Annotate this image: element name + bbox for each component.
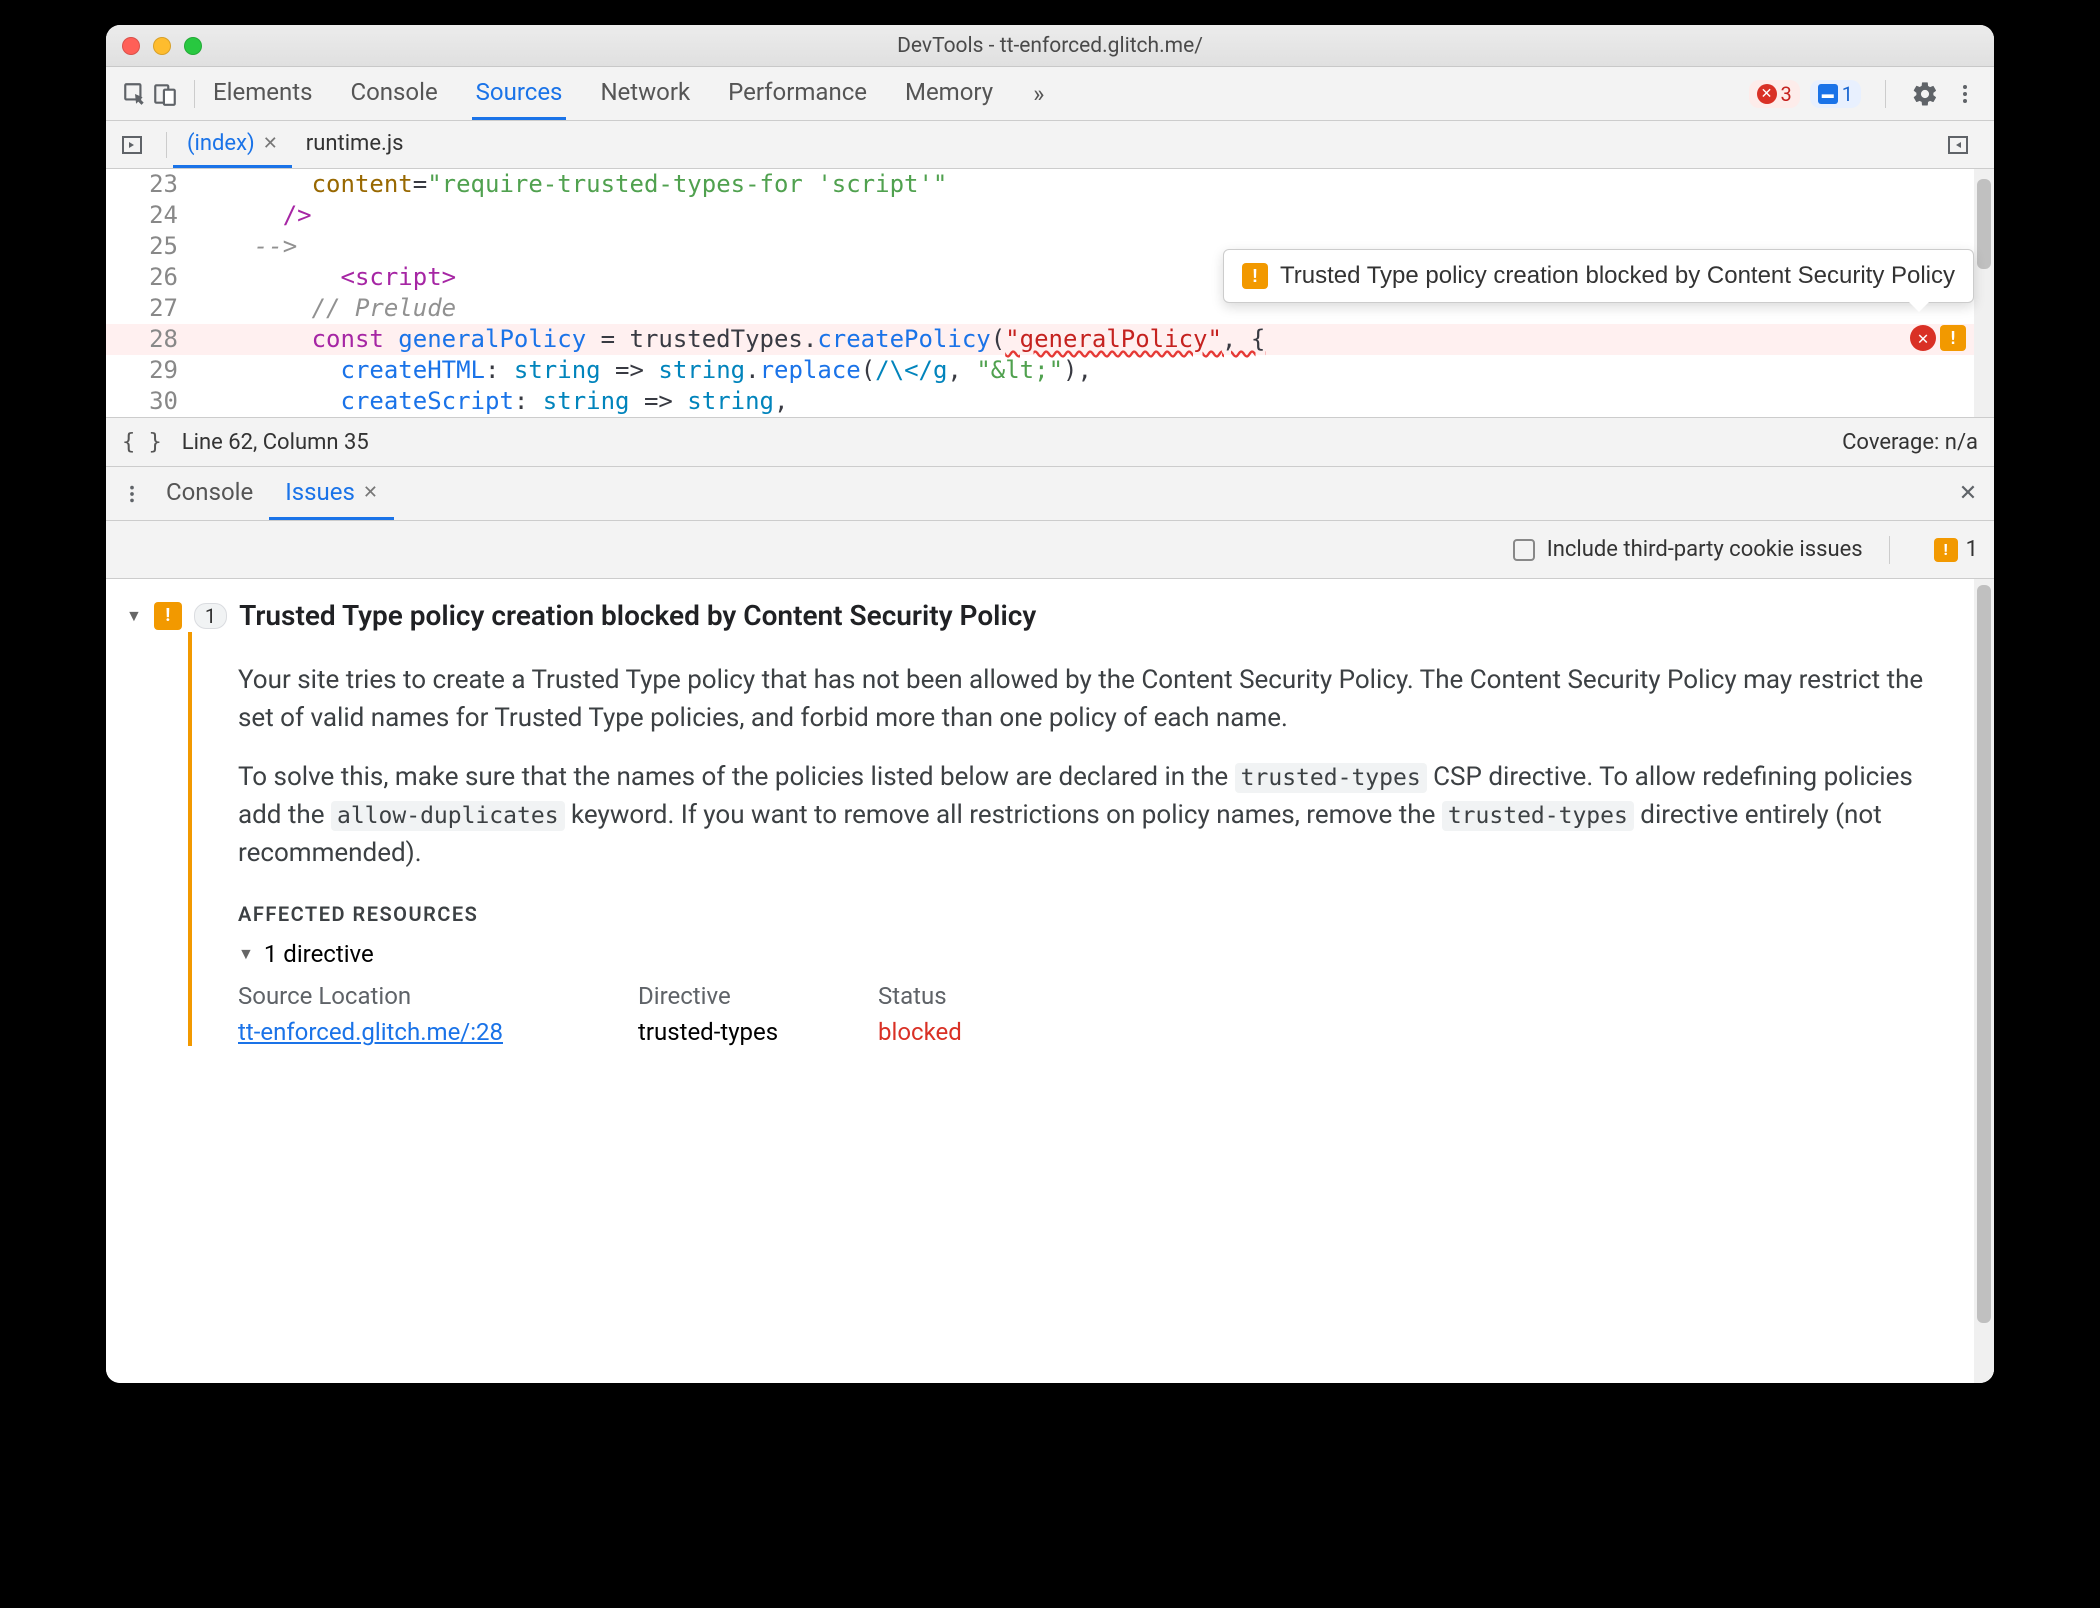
- issues-panel: ▼ ! 1 Trusted Type policy creation block…: [106, 579, 1994, 1383]
- code-trusted-types: trusted-types: [1235, 763, 1427, 793]
- coverage-status: Coverage: n/a: [1842, 430, 1978, 455]
- file-tab-index[interactable]: (index) ✕: [173, 121, 292, 168]
- tooltip-text: Trusted Type policy creation blocked by …: [1280, 262, 1955, 290]
- error-icon: ✕: [1757, 84, 1777, 104]
- error-tooltip: ! Trusted Type policy creation blocked b…: [1223, 249, 1974, 303]
- inspect-element-icon[interactable]: [120, 79, 150, 109]
- affected-resources-table: Source Location Directive Status tt-enfo…: [238, 982, 1934, 1046]
- minimize-window-button[interactable]: [153, 37, 171, 55]
- device-toggle-icon[interactable]: [150, 79, 180, 109]
- inline-error-marks: ✕ !: [1910, 325, 1966, 351]
- directive-value: trusted-types: [638, 1018, 838, 1046]
- error-count: 3: [1781, 82, 1792, 106]
- message-count: 1: [1842, 82, 1853, 106]
- main-tabs: Elements Console Sources Network Perform…: [209, 67, 1749, 120]
- editor-statusbar: { } Line 62, Column 35 Coverage: n/a: [106, 417, 1994, 467]
- code-allow-duplicates: allow-duplicates: [331, 801, 565, 831]
- issue-description-1: Your site tries to create a Trusted Type…: [238, 662, 1934, 737]
- warning-icon: !: [1242, 263, 1268, 289]
- status-value: blocked: [878, 1018, 1028, 1046]
- warning-icon: !: [154, 602, 182, 630]
- issues-scrollbar[interactable]: [1974, 579, 1994, 1383]
- close-icon[interactable]: ✕: [363, 482, 378, 503]
- tabs-overflow-icon[interactable]: »: [1033, 80, 1044, 108]
- tab-performance[interactable]: Performance: [724, 67, 871, 120]
- error-count-badge[interactable]: ✕ 3: [1749, 80, 1800, 108]
- tab-network[interactable]: Network: [596, 67, 694, 120]
- window-title: DevTools - tt-enforced.glitch.me/: [106, 34, 1994, 58]
- file-tab-runtime[interactable]: runtime.js: [292, 121, 418, 168]
- issue-header[interactable]: ▼ ! 1 Trusted Type policy creation block…: [126, 599, 1974, 632]
- file-tab-label: (index): [187, 131, 255, 156]
- code-trusted-types-2: trusted-types: [1442, 801, 1634, 831]
- tab-memory[interactable]: Memory: [901, 67, 997, 120]
- titlebar: DevTools - tt-enforced.glitch.me/: [106, 25, 1994, 67]
- issues-count[interactable]: ! 1: [1934, 537, 1978, 562]
- issue-occurrence-count: 1: [194, 603, 227, 629]
- col-source-location: Source Location: [238, 982, 598, 1010]
- error-mark-icon[interactable]: ✕: [1910, 325, 1936, 351]
- issue-body: Your site tries to create a Trusted Type…: [188, 632, 1974, 1046]
- drawer-close-icon[interactable]: ✕: [1950, 481, 1986, 506]
- tab-elements[interactable]: Elements: [209, 67, 316, 120]
- close-icon[interactable]: ✕: [263, 133, 278, 154]
- pretty-print-icon[interactable]: { }: [122, 430, 162, 455]
- devtools-window: DevTools - tt-enforced.glitch.me/ Elemen…: [106, 25, 1994, 1383]
- drawer-tab-console[interactable]: Console: [150, 467, 269, 520]
- code-editor[interactable]: 2324252627282930 content="require-truste…: [106, 169, 1994, 417]
- settings-gear-icon[interactable]: [1910, 79, 1940, 109]
- tab-console[interactable]: Console: [346, 67, 441, 120]
- drawer-tab-issues[interactable]: Issues ✕: [269, 467, 394, 520]
- warning-icon: !: [1934, 538, 1958, 562]
- tab-sources[interactable]: Sources: [472, 67, 567, 120]
- cursor-position: Line 62, Column 35: [182, 430, 369, 455]
- zoom-window-button[interactable]: [184, 37, 202, 55]
- message-count-badge[interactable]: ▬ 1: [1810, 80, 1861, 108]
- affected-resources-heading: AFFECTED RESOURCES: [238, 902, 1934, 926]
- traffic-lights: [122, 37, 202, 55]
- include-third-party-checkbox[interactable]: [1513, 539, 1535, 561]
- debugger-toggle-icon[interactable]: [1940, 127, 1976, 163]
- include-third-party-label: Include third-party cookie issues: [1547, 537, 1863, 562]
- main-toolbar: Elements Console Sources Network Perform…: [106, 67, 1994, 121]
- drawer-more-icon[interactable]: [114, 483, 150, 505]
- drawer-tabs: Console Issues ✕ ✕: [106, 467, 1994, 521]
- close-window-button[interactable]: [122, 37, 140, 55]
- chevron-down-icon[interactable]: ▼: [126, 606, 142, 626]
- col-status: Status: [878, 982, 1028, 1010]
- file-tab-label: runtime.js: [306, 131, 404, 156]
- directive-count-row[interactable]: ▼ 1 directive: [238, 940, 1934, 968]
- issue-title: Trusted Type policy creation blocked by …: [239, 599, 1036, 632]
- warning-mark-icon[interactable]: !: [1940, 325, 1966, 351]
- editor-scrollbar[interactable]: [1974, 169, 1994, 417]
- more-menu-icon[interactable]: [1950, 79, 1980, 109]
- issue-description-2: To solve this, make sure that the names …: [238, 759, 1934, 872]
- line-gutter: 2324252627282930: [106, 169, 186, 417]
- message-icon: ▬: [1818, 84, 1838, 104]
- file-tabs: (index) ✕ runtime.js: [106, 121, 1994, 169]
- chevron-down-icon[interactable]: ▼: [238, 944, 254, 964]
- source-location-link[interactable]: tt-enforced.glitch.me/:28: [238, 1018, 598, 1046]
- col-directive: Directive: [638, 982, 838, 1010]
- navigator-toggle-icon[interactable]: [114, 127, 150, 163]
- issues-toolbar: Include third-party cookie issues ! 1: [106, 521, 1994, 579]
- table-row: tt-enforced.glitch.me/:28 trusted-types …: [238, 1018, 1934, 1046]
